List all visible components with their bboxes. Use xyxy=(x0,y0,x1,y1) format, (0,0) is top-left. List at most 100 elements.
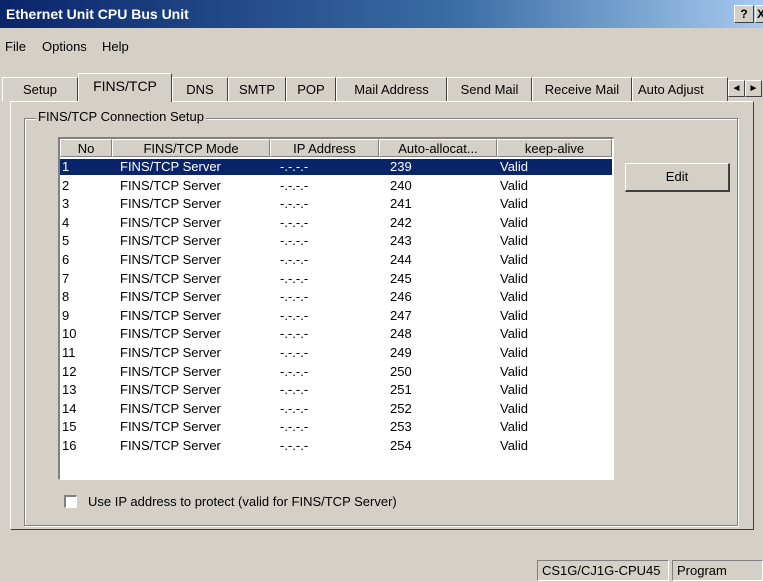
cell-ip: -.-.-.- xyxy=(280,177,309,193)
cell-auto-allocate: 250 xyxy=(390,363,412,379)
cell-mode: FINS/TCP Server xyxy=(120,326,221,342)
cell-auto-allocate: 243 xyxy=(390,233,412,249)
table-row[interactable]: 1 FINS/TCP Server -.-.-.- 239 Valid xyxy=(60,159,612,175)
cell-ip: -.-.-.- xyxy=(280,326,309,342)
tab-dns[interactable]: DNS xyxy=(172,77,228,101)
table-row[interactable]: 9 FINS/TCP Server -.-.-.- 247 Valid xyxy=(60,308,612,324)
cell-keep-alive: Valid xyxy=(500,438,528,453)
arrow-right-icon: ► xyxy=(748,83,759,94)
help-button[interactable]: ? xyxy=(734,5,754,23)
cell-auto-allocate: 240 xyxy=(390,177,412,193)
column-header-ip[interactable]: IP Address xyxy=(270,139,379,157)
cell-mode: FINS/TCP Server xyxy=(120,400,221,416)
cell-no: 5 xyxy=(62,233,70,249)
cell-auto-allocate: 244 xyxy=(390,252,412,267)
cell-ip: -.-.-.- xyxy=(280,289,309,305)
cell-auto-allocate: 247 xyxy=(390,307,412,323)
cell-keep-alive: Valid xyxy=(500,196,528,212)
cell-no: 8 xyxy=(62,289,70,305)
cell-keep-alive: Valid xyxy=(500,289,528,305)
column-header-keep-alive[interactable]: keep-alive xyxy=(497,139,612,157)
title-bar: Ethernet Unit CPU Bus Unit ? X xyxy=(0,0,763,28)
protect-ip-checkbox[interactable] xyxy=(64,495,77,508)
table-row[interactable]: 15 FINS/TCP Server -.-.-.- 253 Valid xyxy=(60,419,612,435)
cell-ip: -.-.-.- xyxy=(280,419,309,435)
status-bar: CS1G/CJ1G-CPU45 Program xyxy=(0,558,763,582)
cell-auto-allocate: 241 xyxy=(390,196,412,212)
window-title: Ethernet Unit CPU Bus Unit xyxy=(6,6,189,22)
cell-keep-alive: Valid xyxy=(500,419,528,435)
table-row[interactable]: 7 FINS/TCP Server -.-.-.- 245 Valid xyxy=(60,271,612,287)
tab-smtp[interactable]: SMTP xyxy=(228,77,286,101)
cell-no: 12 xyxy=(62,363,77,379)
table-row[interactable]: 4 FINS/TCP Server -.-.-.- 242 Valid xyxy=(60,215,612,231)
cell-auto-allocate: 252 xyxy=(390,400,412,416)
cell-mode: FINS/TCP Server xyxy=(120,252,221,267)
cell-auto-allocate: 249 xyxy=(390,345,412,360)
column-header-mode[interactable]: FINS/TCP Mode xyxy=(112,139,270,157)
cell-mode: FINS/TCP Server xyxy=(120,419,221,435)
menu-options[interactable]: Options xyxy=(42,39,87,54)
tab-send-mail[interactable]: Send Mail xyxy=(447,77,532,101)
tab-scroll-right-button[interactable]: ► xyxy=(745,80,762,97)
table-row[interactable]: 11 FINS/TCP Server -.-.-.- 249 Valid xyxy=(60,345,612,361)
cell-no: 6 xyxy=(62,252,70,267)
tab-pop[interactable]: POP xyxy=(286,77,336,101)
status-mode: Program xyxy=(672,560,763,581)
table-row[interactable]: 14 FINS/TCP Server -.-.-.- 252 Valid xyxy=(60,401,612,417)
tab-fins-tcp[interactable]: FINS/TCP xyxy=(78,73,172,102)
menu-help[interactable]: Help xyxy=(102,39,129,54)
table-row[interactable]: 16 FINS/TCP Server -.-.-.- 254 Valid xyxy=(60,438,612,454)
tab-mail-address[interactable]: Mail Address xyxy=(336,77,447,101)
table-row[interactable]: 2 FINS/TCP Server -.-.-.- 240 Valid xyxy=(60,178,612,194)
cell-mode: FINS/TCP Server xyxy=(120,438,221,453)
cell-keep-alive: Valid xyxy=(500,326,528,342)
table-row[interactable]: 5 FINS/TCP Server -.-.-.- 243 Valid xyxy=(60,233,612,249)
cell-ip: -.-.-.- xyxy=(280,252,309,267)
edit-button[interactable]: Edit xyxy=(625,163,730,192)
cell-mode: FINS/TCP Server xyxy=(120,345,221,360)
table-header: No FINS/TCP Mode IP Address Auto-allocat… xyxy=(60,139,613,157)
tab-setup[interactable]: Setup xyxy=(2,77,78,101)
cell-keep-alive: Valid xyxy=(500,400,528,416)
cell-mode: FINS/TCP Server xyxy=(120,289,221,305)
cell-auto-allocate: 246 xyxy=(390,289,412,305)
cell-mode: FINS/TCP Server xyxy=(120,214,221,230)
cell-auto-allocate: 239 xyxy=(390,159,412,174)
column-header-no[interactable]: No xyxy=(60,139,112,157)
cell-no: 9 xyxy=(62,307,70,323)
table-row[interactable]: 3 FINS/TCP Server -.-.-.- 241 Valid xyxy=(60,196,612,212)
cell-ip: -.-.-.- xyxy=(280,363,309,379)
table-row[interactable]: 8 FINS/TCP Server -.-.-.- 246 Valid xyxy=(60,289,612,305)
cell-no: 14 xyxy=(62,400,77,416)
cell-ip: -.-.-.- xyxy=(280,196,309,212)
cell-keep-alive: Valid xyxy=(500,233,528,249)
arrow-left-icon: ◄ xyxy=(731,83,742,94)
cell-mode: FINS/TCP Server xyxy=(120,307,221,323)
group-legend: FINS/TCP Connection Setup xyxy=(36,109,206,124)
connection-table[interactable]: No FINS/TCP Mode IP Address Auto-allocat… xyxy=(58,137,614,480)
column-header-auto-allocate[interactable]: Auto-allocat... xyxy=(379,139,497,157)
cell-no: 2 xyxy=(62,177,70,193)
cell-ip: -.-.-.- xyxy=(280,307,309,323)
cell-auto-allocate: 251 xyxy=(390,382,412,398)
cell-keep-alive: Valid xyxy=(500,307,528,323)
cell-auto-allocate: 254 xyxy=(390,438,412,453)
cell-no: 3 xyxy=(62,196,70,212)
cell-ip: -.-.-.- xyxy=(280,400,309,416)
tab-auto-adjust[interactable]: Auto Adjust xyxy=(632,77,728,101)
close-button[interactable]: X xyxy=(755,5,763,23)
tab-scroll-left-button[interactable]: ◄ xyxy=(728,80,745,97)
table-row[interactable]: 13 FINS/TCP Server -.-.-.- 251 Valid xyxy=(60,382,612,398)
table-row[interactable]: 10 FINS/TCP Server -.-.-.- 248 Valid xyxy=(60,326,612,342)
table-row[interactable]: 6 FINS/TCP Server -.-.-.- 244 Valid xyxy=(60,252,612,268)
cell-mode: FINS/TCP Server xyxy=(120,363,221,379)
cell-keep-alive: Valid xyxy=(500,177,528,193)
cell-no: 13 xyxy=(62,382,77,398)
cell-no: 10 xyxy=(62,326,77,342)
menu-file[interactable]: File xyxy=(5,39,26,54)
cell-mode: FINS/TCP Server xyxy=(120,233,221,249)
table-row[interactable]: 12 FINS/TCP Server -.-.-.- 250 Valid xyxy=(60,364,612,380)
tab-receive-mail[interactable]: Receive Mail xyxy=(532,77,632,101)
cell-keep-alive: Valid xyxy=(500,270,528,286)
